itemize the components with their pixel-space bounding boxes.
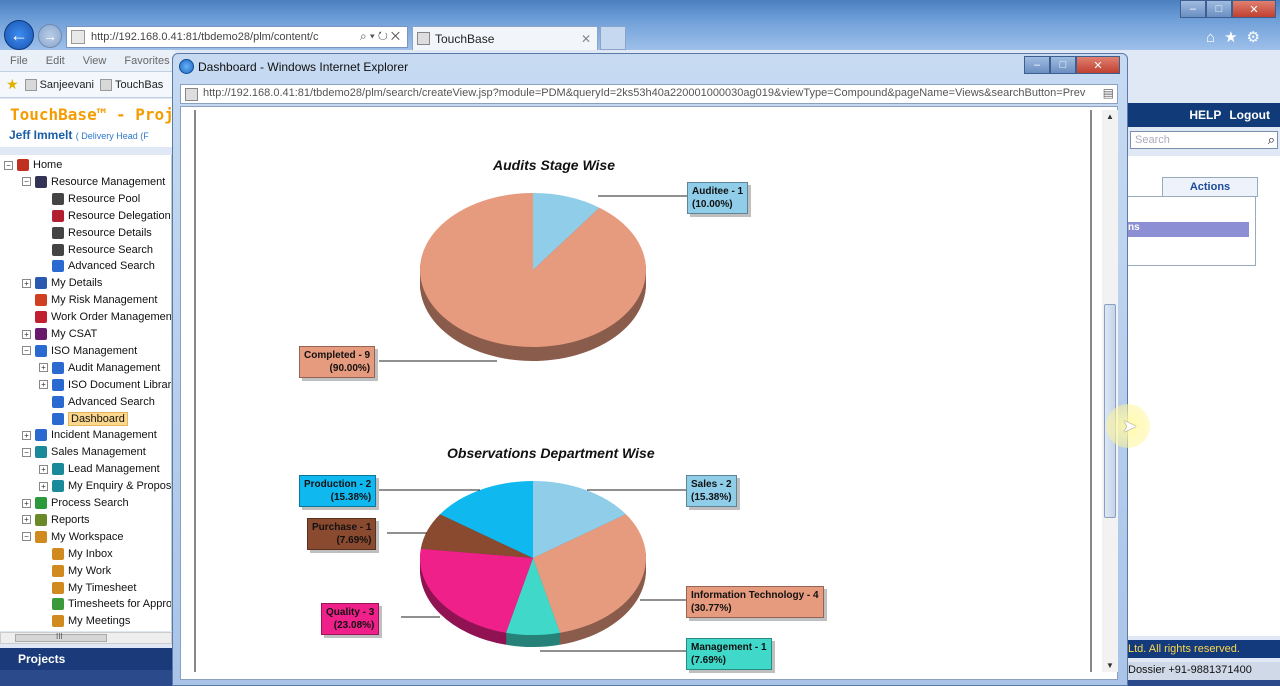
pie-callout: Purchase - 1 (7.69%) <box>307 518 377 550</box>
callout-label: Quality - 3 <box>326 607 375 618</box>
pie-callout: Sales - 2 (15.38%) <box>686 475 737 507</box>
pie-slice <box>419 193 646 348</box>
callout-label: Completed - 9 <box>304 350 371 361</box>
callout-percent: (7.69%) <box>336 535 372 546</box>
pie-callout: Management - 1 (7.69%) <box>686 638 772 670</box>
callout-label: Production - 2 <box>304 479 372 490</box>
pointer-icon: ➤ <box>1122 416 1138 436</box>
callout-percent: (15.38%) <box>330 492 372 503</box>
pie-charts-svg <box>379 193 687 652</box>
callout-label: Information Technology - 4 <box>691 590 819 601</box>
callout-percent: (90.00%) <box>329 363 371 374</box>
pie-callout: Quality - 3 (23.08%) <box>321 603 380 635</box>
pie-callout: Completed - 9 (90.00%) <box>299 346 376 378</box>
mouse-cursor-highlight: ➤ <box>1106 404 1150 448</box>
callout-label: Sales - 2 <box>691 479 732 490</box>
pie-callout: Auditee - 1 (10.00%) <box>687 182 749 214</box>
callout-percent: (15.38%) <box>691 492 732 503</box>
callout-percent: (23.08%) <box>333 620 375 631</box>
callout-label: Purchase - 1 <box>312 522 372 533</box>
callout-percent: (10.00%) <box>692 199 733 210</box>
callout-percent: (30.77%) <box>691 603 732 614</box>
callout-percent: (7.69%) <box>691 655 727 666</box>
pie-callout: Information Technology - 4 (30.77%) <box>686 586 824 618</box>
callout-label: Management - 1 <box>691 642 767 653</box>
pie-callout: Production - 2 (15.38%) <box>299 475 377 507</box>
callout-label: Auditee - 1 <box>692 186 744 197</box>
